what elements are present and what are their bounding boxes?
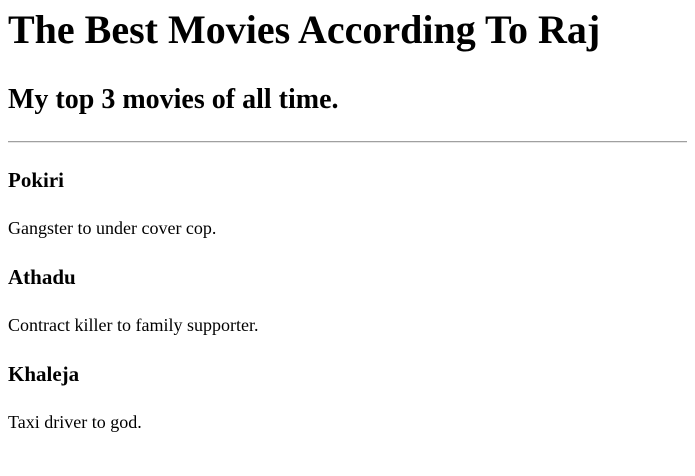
movie-description: Contract killer to family supporter.: [8, 315, 259, 335]
movie-description: Taxi driver to god.: [8, 412, 142, 432]
page-subtitle: My top 3 movies of all time.: [8, 84, 339, 115]
movie-title: Pokiri: [8, 168, 64, 192]
movie-description: Gangster to under cover cop.: [8, 218, 217, 238]
movie-item: Pokiri Gangster to under cover cop.: [8, 168, 687, 239]
movie-item: Khaleja Taxi driver to god.: [8, 362, 687, 433]
movie-item: Athadu Contract killer to family support…: [8, 265, 687, 336]
divider: [8, 141, 687, 143]
page-title: The Best Movies According To Raj: [8, 7, 601, 52]
movie-title: Khaleja: [8, 362, 80, 386]
movie-title: Athadu: [8, 265, 76, 289]
page-container: The Best Movies According To Raj My top …: [0, 7, 695, 433]
